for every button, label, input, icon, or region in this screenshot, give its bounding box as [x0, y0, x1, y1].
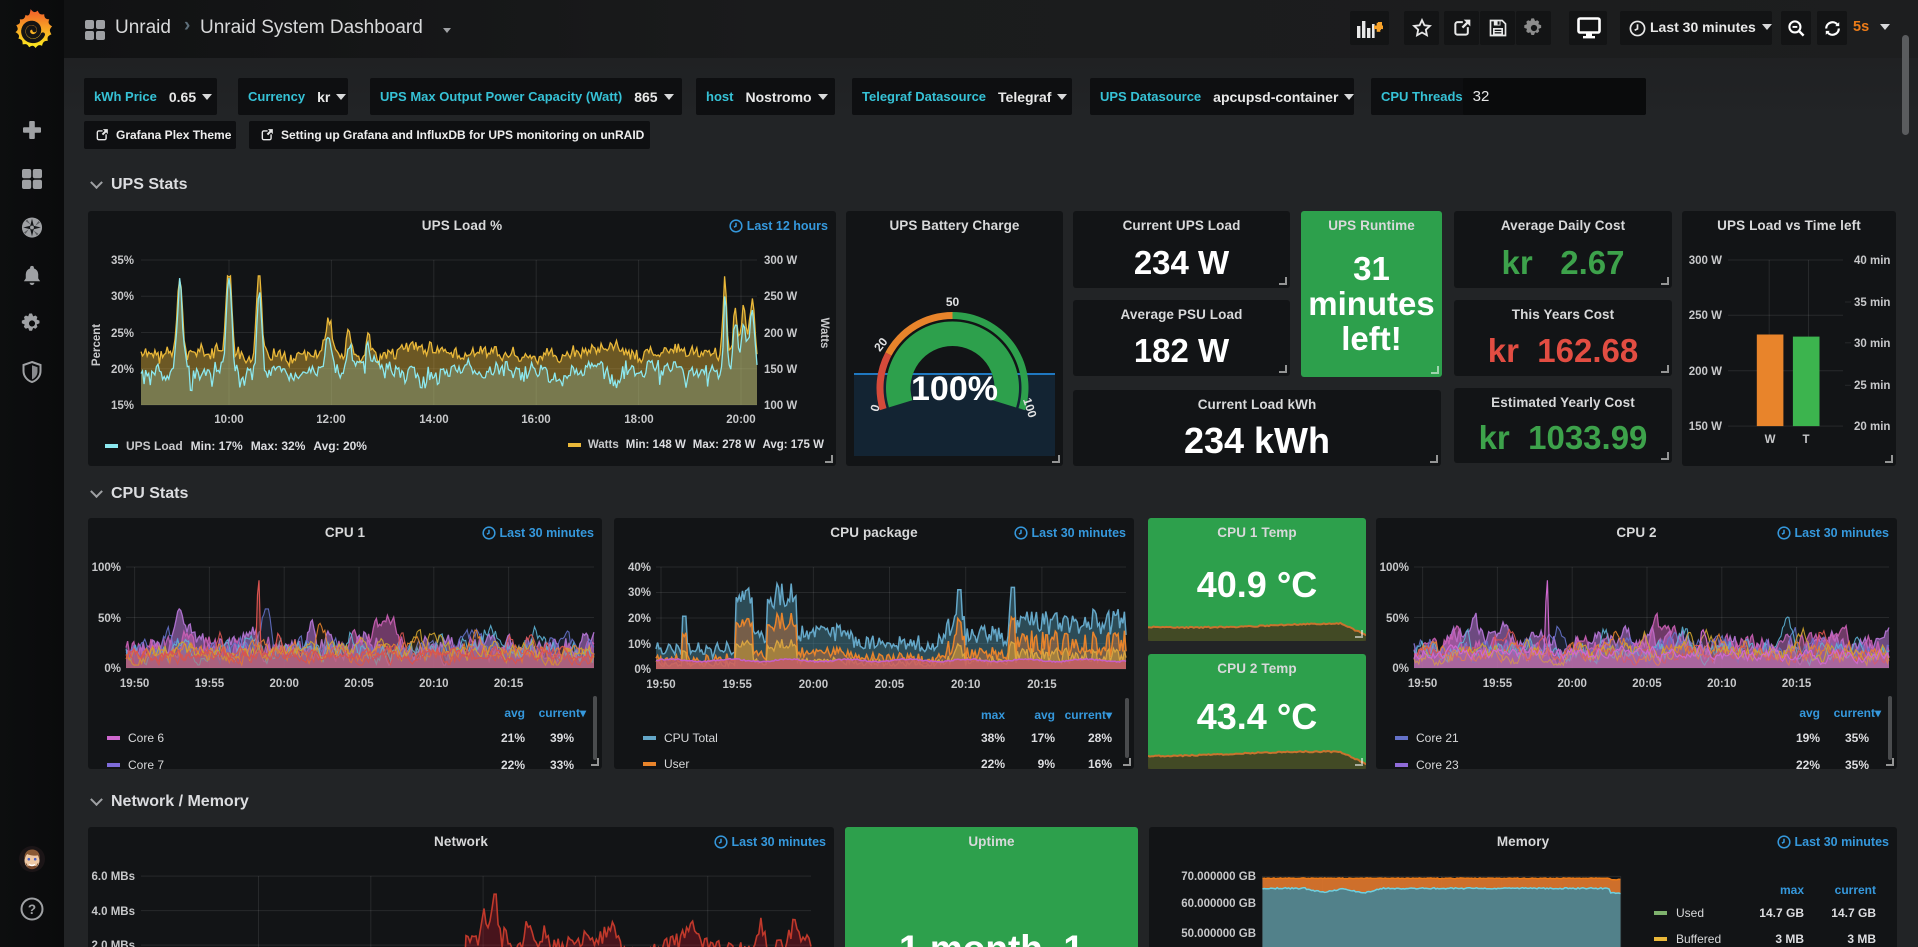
- svg-text:12:00: 12:00: [316, 414, 345, 426]
- svg-text:0%: 0%: [1392, 663, 1409, 675]
- svg-text:W: W: [1765, 434, 1776, 446]
- svg-text:18:00: 18:00: [624, 414, 653, 426]
- svg-text:16:00: 16:00: [521, 414, 550, 426]
- svg-text:19:55: 19:55: [722, 679, 752, 691]
- svg-text:?: ?: [28, 902, 36, 917]
- svg-text:T: T: [1802, 434, 1809, 446]
- svg-text:100 W: 100 W: [764, 400, 797, 412]
- svg-text:50.000000 GB: 50.000000 GB: [1181, 928, 1256, 940]
- svg-text:25%: 25%: [111, 328, 134, 340]
- svg-text:150 W: 150 W: [764, 364, 797, 376]
- svg-text:20:10: 20:10: [1707, 678, 1736, 690]
- svg-text:20:15: 20:15: [494, 678, 524, 690]
- svg-text:20:05: 20:05: [344, 678, 374, 690]
- svg-text:50%: 50%: [1386, 613, 1409, 625]
- svg-text:30%: 30%: [628, 587, 651, 599]
- svg-text:50%: 50%: [98, 613, 121, 625]
- svg-text:6.0 MBs: 6.0 MBs: [92, 871, 135, 883]
- svg-text:19:55: 19:55: [195, 678, 225, 690]
- svg-text:20:10: 20:10: [419, 678, 448, 690]
- svg-text:60.000000 GB: 60.000000 GB: [1181, 898, 1256, 910]
- svg-text:20:15: 20:15: [1782, 678, 1812, 690]
- svg-text:150 W: 150 W: [1689, 421, 1722, 433]
- svg-text:20:00: 20:00: [269, 678, 298, 690]
- svg-text:20:10: 20:10: [951, 679, 980, 691]
- svg-text:40 min: 40 min: [1854, 255, 1890, 267]
- svg-text:30 min: 30 min: [1854, 338, 1890, 350]
- svg-text:70.000000 GB: 70.000000 GB: [1181, 871, 1256, 883]
- svg-text:50: 50: [946, 295, 960, 309]
- svg-text:300 W: 300 W: [764, 255, 797, 267]
- svg-text:35 min: 35 min: [1854, 297, 1890, 309]
- svg-text:4.0 MBs: 4.0 MBs: [92, 906, 135, 918]
- svg-text:Percent: Percent: [91, 324, 103, 366]
- svg-text:40%: 40%: [628, 562, 651, 574]
- svg-text:20:05: 20:05: [875, 679, 905, 691]
- svg-text:0%: 0%: [104, 663, 121, 675]
- svg-text:250 W: 250 W: [764, 291, 797, 303]
- svg-text:250 W: 250 W: [1689, 310, 1722, 322]
- svg-text:20%: 20%: [111, 364, 134, 376]
- svg-text:20 min: 20 min: [1854, 421, 1890, 433]
- svg-text:100%: 100%: [92, 562, 121, 574]
- svg-text:300 W: 300 W: [1689, 255, 1722, 267]
- svg-text:0%: 0%: [634, 664, 651, 676]
- svg-text:35%: 35%: [111, 255, 134, 267]
- svg-text:19:50: 19:50: [120, 678, 149, 690]
- svg-text:19:50: 19:50: [646, 679, 675, 691]
- svg-text:14:00: 14:00: [419, 414, 448, 426]
- svg-text:10:00: 10:00: [214, 414, 243, 426]
- svg-text:20:15: 20:15: [1027, 679, 1057, 691]
- svg-text:200 W: 200 W: [764, 328, 797, 340]
- svg-text:20:00: 20:00: [726, 414, 755, 426]
- svg-text:Watts: Watts: [818, 318, 830, 349]
- svg-text:30%: 30%: [111, 291, 134, 303]
- svg-text:100%: 100%: [1380, 562, 1409, 574]
- svg-text:25 min: 25 min: [1854, 380, 1890, 392]
- svg-text:15%: 15%: [111, 400, 134, 412]
- svg-text:10%: 10%: [628, 639, 651, 651]
- svg-text:20%: 20%: [628, 613, 651, 625]
- svg-text:20:00: 20:00: [1557, 678, 1586, 690]
- svg-text:20:05: 20:05: [1632, 678, 1662, 690]
- svg-text:19:50: 19:50: [1408, 678, 1437, 690]
- svg-text:2.0 MBs: 2.0 MBs: [92, 940, 135, 947]
- svg-text:200 W: 200 W: [1689, 366, 1722, 378]
- svg-text:20:00: 20:00: [799, 679, 828, 691]
- svg-text:19:55: 19:55: [1483, 678, 1513, 690]
